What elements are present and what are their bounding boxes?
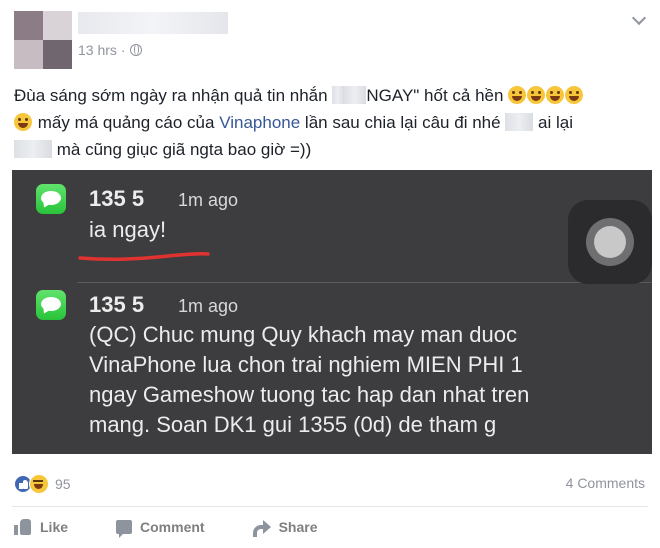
avatar-pixel (14, 11, 43, 40)
post-text-segment: ai lại (538, 113, 573, 132)
notification-time: 1m ago (178, 296, 239, 316)
reaction-count[interactable]: 95 (55, 476, 71, 492)
post-text-segment: mà cũng giục giã ngta bao giờ =)) (56, 140, 312, 159)
laughing-emoji-icon (527, 86, 546, 104)
post-text-segment: mấy má quảng cáo của (37, 113, 215, 132)
laughing-emoji-icon (546, 86, 565, 104)
redacted-text (14, 140, 52, 158)
share-button[interactable]: Share (252, 519, 318, 537)
action-bar: Like Comment Share (14, 519, 366, 538)
laughing-emoji-icon (14, 113, 32, 131)
post-text-line: Đùa sáng sớm ngày ra nhận quả tin nhắn "… (14, 82, 650, 109)
post-text-segment: lần sau chia lại câu đi nhé (304, 113, 501, 132)
globe-icon[interactable] (129, 44, 142, 56)
comments-count[interactable]: 4 Comments (566, 475, 645, 491)
avatar[interactable] (14, 11, 72, 69)
comment-button[interactable]: Comment (116, 519, 205, 538)
haha-reaction-icon (29, 474, 49, 494)
notification-body-line: mang. Soan DK1 gui 1355 (0d) de tham g (89, 412, 497, 437)
post-text-line: mà cũng giục giã ngta bao giờ =)) (14, 136, 650, 163)
assistive-touch-button (568, 200, 652, 284)
reaction-summary[interactable]: 95 (14, 474, 71, 494)
redacted-text (505, 113, 534, 131)
post-text-line: mấy má quảng cáo của Vinaphone lần sau c… (14, 109, 650, 136)
notification-body-line: ngay Gameshow tuong tac hap dan nhat tre… (89, 382, 530, 407)
share-icon (252, 520, 271, 537)
comment-icon (116, 520, 133, 538)
notification-sender: 135 5 (89, 186, 145, 211)
post-text-segment: Đùa sáng sớm ngày ra nhận quả tin nhắn (14, 86, 328, 105)
facebook-post: 13 hrs · Đùa sáng sớm ngày ra nhận quả t… (0, 0, 660, 548)
vinaphone-link[interactable]: Vinaphone (219, 113, 300, 132)
notification-body-line: (QC) Chuc mung Quy khach may man duoc (89, 322, 517, 347)
red-underline-annotation (78, 252, 210, 262)
notification-time: 1m ago (178, 190, 239, 210)
author-name-redacted[interactable] (78, 12, 228, 34)
notification-body-line: VinaPhone lua chon trai nghiem MIEN PHI … (89, 352, 523, 377)
meta-separator: · (120, 42, 126, 58)
messages-app-icon (36, 290, 66, 320)
post-text: Đùa sáng sớm ngày ra nhận quả tin nhắn "… (14, 82, 650, 163)
messages-app-icon (36, 184, 66, 214)
post-text-segment: NGAY" hốt cả hền (366, 86, 504, 105)
comment-label: Comment (140, 519, 205, 535)
laughing-emoji-icon (565, 86, 584, 104)
like-button[interactable]: Like (14, 519, 68, 535)
redacted-text (344, 86, 367, 104)
notification-sender: 135 5 (89, 292, 145, 317)
post-meta: 13 hrs · (78, 42, 142, 58)
like-label: Like (40, 519, 69, 535)
timestamp[interactable]: 13 hrs (78, 42, 117, 58)
laughing-emoji-icon (508, 86, 527, 104)
avatar-pixel (43, 40, 72, 69)
thumbs-up-icon (14, 519, 32, 535)
divider (12, 506, 648, 507)
notification-body-line: ia ngay! (89, 217, 167, 242)
attached-screenshot[interactable]: 135 5 1m ago ia ngay! 135 5 1m ago (QC) … (12, 170, 652, 454)
avatar-pixel (43, 11, 72, 40)
avatar-pixel (14, 40, 43, 69)
chevron-down-icon[interactable] (632, 12, 646, 26)
share-label: Share (278, 519, 318, 535)
redacted-text (332, 86, 345, 104)
notification-divider (77, 282, 652, 283)
assistive-touch-ring (586, 218, 634, 266)
